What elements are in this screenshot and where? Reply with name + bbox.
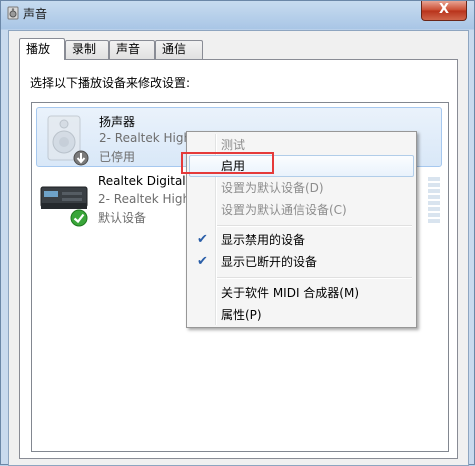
close-button[interactable]: X (421, 1, 467, 21)
menu-item-label: 设置为默认通信设备(C) (221, 203, 347, 217)
device-status: 已停用 (99, 150, 136, 164)
tab-sounds[interactable]: 声音 (109, 40, 155, 59)
menu-item-show-disconnected[interactable]: ✔ 显示已断开的设备 (189, 251, 414, 273)
device-name: 扬声器 (99, 115, 136, 129)
tab-recording[interactable]: 录制 (65, 40, 109, 59)
menu-item-set-default-communication[interactable]: 设置为默认通信设备(C) (189, 199, 414, 221)
device-name: Realtek Digital ( (98, 174, 195, 188)
menu-item-properties[interactable]: 属性(P) (189, 304, 414, 326)
instruction-text: 选择以下播放设备来修改设置: (30, 76, 191, 90)
checkmark-icon: ✔ (197, 232, 208, 247)
window-title: 声音 (23, 7, 48, 21)
highlight-annotation-box (181, 152, 274, 174)
down-arrow-icon (73, 150, 89, 166)
device-status: 默认设备 (98, 211, 147, 225)
menu-item-label: 属性(P) (221, 308, 262, 322)
menu-item-about-midi[interactable]: 关于软件 MIDI 合成器(M) (189, 282, 414, 304)
menu-separator (217, 225, 412, 227)
speaker-icon (7, 6, 19, 20)
green-check-icon (70, 209, 88, 227)
close-icon: X (438, 2, 450, 17)
menu-item-label: 关于软件 MIDI 合成器(M) (221, 286, 360, 300)
menu-item-label: 显示禁用的设备 (221, 233, 306, 247)
menu-item-show-disabled[interactable]: ✔ 显示禁用的设备 (189, 229, 414, 251)
device-driver: 2- Realtek High (98, 192, 191, 206)
menu-item-label: 显示已断开的设备 (221, 255, 318, 269)
volume-level-meter (428, 177, 440, 223)
tab-playback[interactable]: 播放 (19, 38, 65, 60)
menu-separator (217, 277, 412, 279)
menu-item-label: 设置为默认设备(D) (221, 181, 324, 195)
title-bar[interactable]: 声音 X (1, 1, 475, 27)
checkmark-icon: ✔ (197, 254, 208, 269)
tab-communications[interactable]: 通信 (155, 40, 203, 59)
device-driver: 2- Realtek High (99, 131, 192, 145)
menu-item-set-default[interactable]: 设置为默认设备(D) (189, 177, 414, 199)
